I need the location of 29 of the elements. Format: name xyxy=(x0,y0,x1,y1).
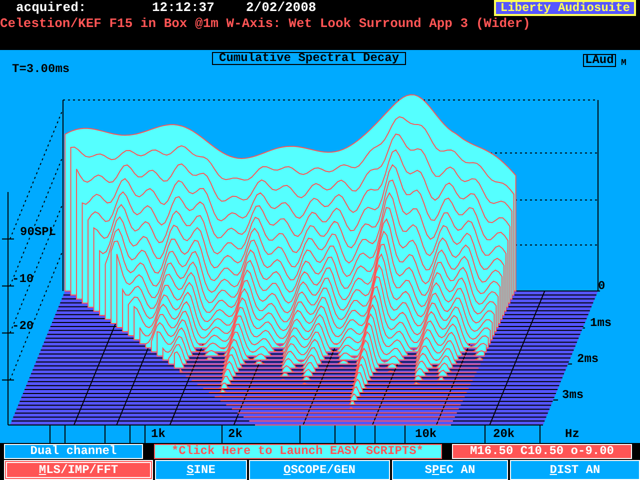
chart-title: Cumulative Spectral Decay xyxy=(212,52,406,65)
mode-tab[interactable]: SINE xyxy=(155,460,247,480)
time-axis-label: 0 xyxy=(598,280,606,292)
mode-tab[interactable]: OSCOPE/GEN xyxy=(249,460,390,480)
mode-tab[interactable]: DIST AN xyxy=(510,460,640,480)
time-axis-label: 3ms xyxy=(562,389,584,401)
logo-text: LAud xyxy=(583,54,616,67)
date-text: 2/02/2008 xyxy=(246,1,316,15)
frequency-axis-label: 2k xyxy=(228,428,242,440)
frequency-axis-label: Hz xyxy=(565,428,580,440)
time-readout: T=3.00ms xyxy=(12,63,70,75)
marker-readout: M16.50 C10.50 o-9.00 xyxy=(452,444,632,459)
mode-tab[interactable]: MLS/IMP/FFT xyxy=(4,460,153,480)
time-text: 12:12:37 xyxy=(152,1,216,15)
frequency-axis-label: 20k xyxy=(493,428,515,440)
acquired-label: acquired: xyxy=(16,1,88,15)
time-axis-label: 2ms xyxy=(577,353,599,365)
mode-tab[interactable]: SPEC AN xyxy=(392,460,508,480)
frequency-axis-label: 1k xyxy=(151,428,166,440)
frequency-axis-label: 10k xyxy=(415,428,437,440)
level-axis-label: -20 xyxy=(12,320,34,332)
measurement-title: Celestion/KEF F15 in Box @1m W-Axis: Wet Look Surround App 3 (Wider) xyxy=(0,17,530,31)
level-axis-label: 90SPL xyxy=(20,226,56,238)
time-axis-label: 1ms xyxy=(590,317,612,329)
channel-mode: Dual channel xyxy=(4,444,143,459)
level-axis-label: -10 xyxy=(12,273,34,285)
logo-subscript: M xyxy=(621,59,626,68)
scripts-link[interactable]: *Click Here to Launch EASY SCRIPTS* xyxy=(154,444,442,459)
brand-label: Liberty Audiosuite xyxy=(494,0,636,16)
